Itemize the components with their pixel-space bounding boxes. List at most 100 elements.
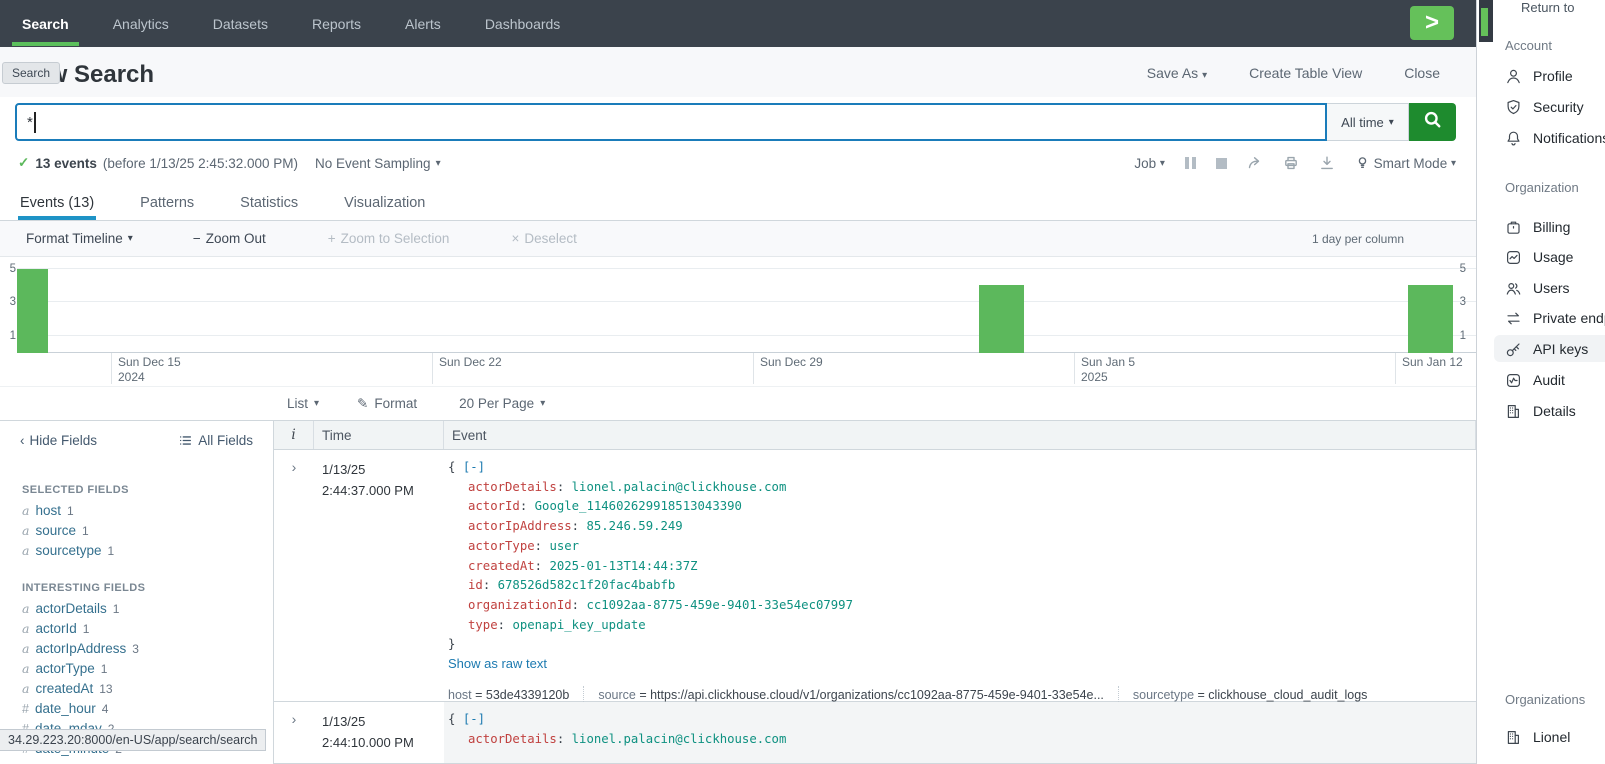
collapse-json-link[interactable]: [-] bbox=[463, 712, 485, 726]
field-item-source[interactable]: asource1 bbox=[22, 521, 273, 541]
caret-down-icon: ▾ bbox=[1160, 158, 1165, 169]
users-icon bbox=[1505, 280, 1522, 297]
pencil-icon: ✎ bbox=[357, 396, 368, 412]
format-results-button[interactable]: ✎ Format bbox=[357, 396, 417, 412]
field-item-actorType[interactable]: aactorType1 bbox=[22, 659, 273, 679]
event-time: 1/13/25 2:44:10.000 PM bbox=[314, 702, 444, 763]
account-section-header: Account bbox=[1505, 38, 1552, 53]
caret-down-icon: ▾ bbox=[314, 398, 319, 409]
create-table-view-button[interactable]: Create Table View bbox=[1249, 65, 1362, 81]
splunk-logo-icon[interactable]: > bbox=[1410, 6, 1454, 40]
tab-patterns[interactable]: Patterns bbox=[138, 185, 196, 220]
caret-down-icon: ▾ bbox=[1451, 158, 1456, 169]
menu-item-security[interactable]: Security bbox=[1505, 94, 1584, 120]
events-detail: (before 1/13/25 2:45:32.000 PM) bbox=[103, 156, 298, 171]
event-row: › 1/13/25 2:44:10.000 PM { [-] actorDeta… bbox=[274, 702, 1476, 764]
event-json: { [-] actorDetails: lionel.palacin@click… bbox=[448, 710, 1462, 749]
zoom-to-selection-button[interactable]: + Zoom to Selection bbox=[328, 231, 450, 246]
window-edge-fragment bbox=[1479, 0, 1493, 42]
deselect-button[interactable]: × Deselect bbox=[511, 231, 576, 246]
menu-item-profile[interactable]: Profile bbox=[1505, 63, 1573, 89]
field-item-actorIpAddress[interactable]: aactorIpAddress3 bbox=[22, 639, 273, 659]
events-table: i Time Event › 1/13/25 2:44:37.000 PM { … bbox=[274, 420, 1476, 764]
download-icon[interactable] bbox=[1319, 155, 1335, 171]
close-button[interactable]: Close bbox=[1404, 65, 1440, 81]
title-actions: Save As ▾ Create Table View Close bbox=[1147, 65, 1440, 81]
search-input[interactable]: * bbox=[15, 103, 1327, 141]
selected-fields-header: SELECTED FIELDS bbox=[22, 479, 273, 501]
per-page-dropdown[interactable]: 20 Per Page ▾ bbox=[459, 396, 545, 411]
tab-visualization[interactable]: Visualization bbox=[342, 185, 427, 220]
results-tabs: Events (13) Patterns Statistics Visualiz… bbox=[0, 185, 1476, 221]
time-column-header: Time bbox=[314, 421, 444, 449]
collapse-json-link[interactable]: [-] bbox=[463, 460, 485, 474]
x-axis-label: Sun Jan 12 bbox=[1402, 355, 1463, 370]
share-icon[interactable] bbox=[1247, 155, 1263, 171]
title-bar: New Search Save As ▾ Create Table View C… bbox=[0, 47, 1476, 97]
info-column-header: i bbox=[274, 421, 314, 449]
pause-icon[interactable] bbox=[1185, 157, 1196, 169]
menu-item-audit[interactable]: Audit bbox=[1505, 367, 1565, 393]
field-item-host[interactable]: ahost1 bbox=[22, 501, 273, 521]
nav-item-search[interactable]: Search bbox=[0, 0, 91, 47]
expand-row-icon[interactable]: › bbox=[274, 702, 314, 763]
menu-item-notifications[interactable]: Notifications bbox=[1505, 125, 1605, 151]
menu-item-users[interactable]: Users bbox=[1505, 275, 1570, 301]
x-axis-tick bbox=[753, 353, 754, 384]
hide-fields-button[interactable]: ‹ Hide Fields bbox=[20, 433, 97, 448]
organizations-section-header: Organizations bbox=[1505, 692, 1585, 707]
return-to-link[interactable]: Return to bbox=[1521, 0, 1574, 16]
events-count: 13 events bbox=[35, 156, 97, 171]
all-fields-button[interactable]: All Fields bbox=[178, 433, 253, 448]
field-item-sourcetype[interactable]: asourcetype1 bbox=[22, 541, 273, 561]
x-axis-tick bbox=[111, 353, 112, 384]
nav-item-alerts[interactable]: Alerts bbox=[383, 0, 463, 47]
menu-item-api-keys[interactable]: API keys bbox=[1505, 336, 1588, 362]
nav-item-datasets[interactable]: Datasets bbox=[191, 0, 290, 47]
field-item-date_hour[interactable]: #date_hour4 bbox=[22, 699, 273, 719]
stop-icon[interactable] bbox=[1216, 158, 1227, 169]
gridline bbox=[17, 268, 1476, 269]
expand-row-icon[interactable]: › bbox=[274, 450, 314, 701]
field-item-actorId[interactable]: aactorId1 bbox=[22, 619, 273, 639]
histogram-bar[interactable] bbox=[1408, 285, 1453, 353]
show-raw-text-link[interactable]: Show as raw text bbox=[448, 656, 547, 671]
person-icon bbox=[1505, 68, 1522, 85]
event-row: › 1/13/25 2:44:37.000 PM { [-] actorDeta… bbox=[274, 450, 1476, 702]
search-submit-button[interactable] bbox=[1409, 103, 1456, 141]
timeline-chart-plot: 113355 bbox=[0, 257, 1476, 353]
nav-item-dashboards[interactable]: Dashboards bbox=[463, 0, 583, 47]
field-item-actorDetails[interactable]: aactorDetails1 bbox=[22, 599, 273, 619]
save-as-button[interactable]: Save As ▾ bbox=[1147, 65, 1207, 81]
format-timeline-dropdown[interactable]: Format Timeline ▾ bbox=[26, 231, 133, 246]
event-cell: { [-] actorDetails: lionel.palacin@click… bbox=[444, 702, 1476, 763]
chevron-left-icon: ‹ bbox=[20, 433, 25, 448]
events-table-header: i Time Event bbox=[274, 420, 1476, 450]
tab-events[interactable]: Events (13) bbox=[18, 185, 96, 220]
field-item-createdAt[interactable]: acreatedAt13 bbox=[22, 679, 273, 699]
smart-mode-dropdown[interactable]: Smart Mode ▾ bbox=[1355, 155, 1456, 171]
nav-item-reports[interactable]: Reports bbox=[290, 0, 383, 47]
histogram-bar[interactable] bbox=[17, 269, 48, 354]
event-sampling-dropdown[interactable]: No Event Sampling ▾ bbox=[315, 148, 441, 178]
menu-item-details[interactable]: Details bbox=[1505, 398, 1576, 424]
usage-chart-icon bbox=[1505, 249, 1522, 266]
splunk-window: Search Analytics Datasets Reports Alerts… bbox=[0, 0, 1476, 764]
menu-item-billing[interactable]: Billing bbox=[1505, 214, 1570, 240]
search-tooltip: Search bbox=[2, 62, 60, 84]
text-cursor bbox=[34, 112, 36, 133]
menu-item-usage[interactable]: Usage bbox=[1505, 244, 1573, 270]
menu-item-organization-lionel[interactable]: Lionel bbox=[1505, 724, 1570, 750]
tab-statistics[interactable]: Statistics bbox=[238, 185, 300, 220]
magnifier-icon bbox=[1423, 110, 1442, 134]
list-view-dropdown[interactable]: List ▾ bbox=[287, 396, 319, 411]
time-range-picker[interactable]: All time ▾ bbox=[1327, 103, 1409, 141]
menu-item-private-endpoints[interactable]: Private endpoints bbox=[1505, 305, 1605, 331]
nav-item-analytics[interactable]: Analytics bbox=[91, 0, 191, 47]
y-axis-label: 3 bbox=[2, 296, 16, 308]
print-icon[interactable] bbox=[1283, 155, 1299, 171]
job-menu-button[interactable]: Job ▾ bbox=[1134, 156, 1165, 171]
zoom-out-button[interactable]: − Zoom Out bbox=[193, 231, 266, 246]
minus-icon: − bbox=[193, 231, 201, 246]
histogram-bar[interactable] bbox=[979, 285, 1024, 353]
